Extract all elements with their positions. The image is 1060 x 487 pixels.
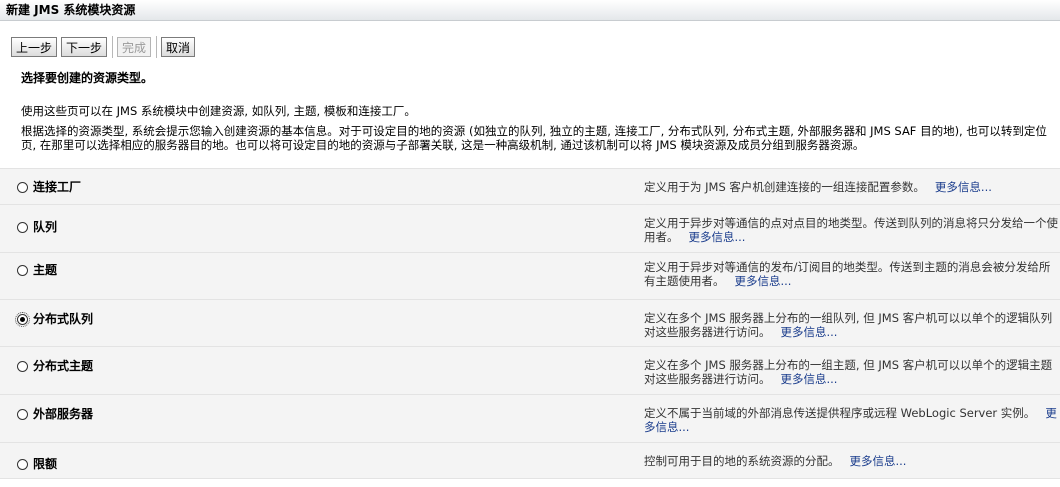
next-button[interactable]: 下一步 (61, 37, 108, 57)
resource-row-foreign-server: 外部服务器 定义不属于当前域的外部消息传送提供程序或远程 WebLogic Se… (0, 395, 1060, 443)
foreign-server-description: 定义不属于当前域的外部消息传送提供程序或远程 WebLogic Server 实… (644, 406, 1036, 420)
topic-more-link[interactable]: 更多信息... (735, 274, 792, 288)
resource-row-quota: 限额 控制可用于目的地的系统资源的分配。 更多信息... (0, 443, 1060, 479)
cancel-button[interactable]: 取消 (161, 37, 196, 57)
resource-row-queue: 队列 定义用于异步对等通信的点对点目的地类型。传送到队列的消息将只分发给一个使用… (0, 205, 1060, 253)
toolbar-divider (112, 36, 114, 58)
distributed-queue-radio[interactable] (15, 312, 30, 327)
distributed-topic-label[interactable]: 分布式主题 (33, 356, 93, 376)
connection-factory-more-link[interactable]: 更多信息... (935, 180, 992, 194)
resource-type-list: 连接工厂 定义用于为 JMS 客户机创建连接的一组连接配置参数。 更多信息... … (0, 168, 1060, 479)
finish-button[interactable]: 完成 (117, 37, 152, 57)
foreign-server-radio[interactable] (17, 409, 28, 420)
distributed-queue-description: 定义在多个 JMS 服务器上分布的一组队列, 但 JMS 客户机可以以单个的逻辑… (644, 311, 1053, 339)
page-heading: 选择要创建的资源类型。 (21, 71, 154, 85)
quota-label[interactable]: 限额 (33, 454, 57, 474)
queue-label[interactable]: 队列 (33, 217, 57, 237)
window-title: 新建 JMS 系统模块资源 (0, 0, 1060, 21)
queue-radio[interactable] (17, 222, 28, 233)
intro-text: 使用这些页可以在 JMS 系统模块中创建资源, 如队列, 主题, 模板和连接工厂… (21, 104, 416, 118)
back-button[interactable]: 上一步 (11, 37, 58, 57)
resource-row-distributed-queue: 分布式队列 定义在多个 JMS 服务器上分布的一组队列, 但 JMS 客户机可以… (0, 300, 1060, 347)
quota-more-link[interactable]: 更多信息... (850, 454, 907, 468)
connection-factory-description: 定义用于为 JMS 客户机创建连接的一组连接配置参数。 (644, 180, 925, 194)
quota-radio[interactable] (17, 459, 28, 470)
wizard-toolbar: 上一步 下一步 完成 取消 (0, 21, 1060, 60)
distributed-queue-label[interactable]: 分布式队列 (33, 309, 93, 329)
topic-label[interactable]: 主题 (33, 260, 57, 280)
resource-row-distributed-topic: 分布式主题 定义在多个 JMS 服务器上分布的一组主题, 但 JMS 客户机可以… (0, 347, 1060, 395)
resource-row-topic: 主题 定义用于异步对等通信的发布/订阅目的地类型。传送到主题的消息会被分发给所有… (0, 253, 1060, 300)
distributed-topic-radio[interactable] (17, 361, 28, 372)
connection-factory-radio[interactable] (17, 182, 28, 193)
distributed-queue-more-link[interactable]: 更多信息... (781, 325, 838, 339)
quota-description: 控制可用于目的地的系统资源的分配。 (644, 454, 840, 468)
distributed-topic-description: 定义在多个 JMS 服务器上分布的一组主题, 但 JMS 客户机可以以单个的逻辑… (644, 358, 1053, 386)
distributed-topic-more-link[interactable]: 更多信息... (781, 372, 838, 386)
connection-factory-label[interactable]: 连接工厂 (33, 177, 81, 197)
topic-description: 定义用于异步对等通信的发布/订阅目的地类型。传送到主题的消息会被分发给所有主题使… (644, 260, 1051, 288)
toolbar-divider (156, 36, 158, 58)
resource-row-connection-factory: 连接工厂 定义用于为 JMS 客户机创建连接的一组连接配置参数。 更多信息... (0, 169, 1060, 205)
topic-radio[interactable] (17, 265, 28, 276)
queue-more-link[interactable]: 更多信息... (689, 230, 746, 244)
foreign-server-label[interactable]: 外部服务器 (33, 404, 93, 424)
detail-text: 根据选择的资源类型, 系统会提示您输入创建资源的基本信息。对于可设定目的地的资源… (21, 124, 1047, 152)
